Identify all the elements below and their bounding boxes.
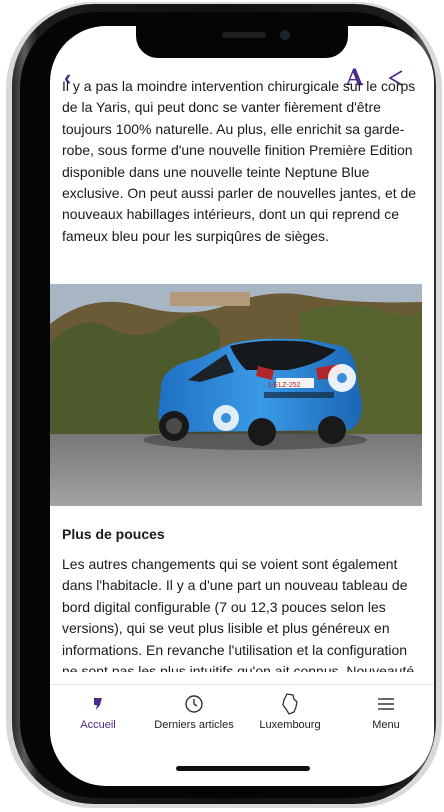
tab-menu[interactable]: Menu xyxy=(338,693,434,731)
tab-luxembourg[interactable]: Luxembourg xyxy=(242,693,338,731)
tab-label: Menu xyxy=(372,719,400,731)
luxembourg-map-icon xyxy=(242,693,338,715)
article-photo: 1-ELZ-252 xyxy=(50,284,422,506)
phone-screen: ‹ A Il y a pas la moindre intervention c… xyxy=(50,26,434,786)
tab-label: Derniers articles xyxy=(154,719,234,731)
tab-derniers-articles[interactable]: Derniers articles xyxy=(146,693,242,731)
clock-icon xyxy=(146,693,242,715)
home-indicator[interactable] xyxy=(176,766,310,771)
article-body: Il y a pas la moindre intervention chiru… xyxy=(62,78,422,247)
tab-label: Accueil xyxy=(80,719,116,731)
speaker xyxy=(222,32,266,38)
hamburger-menu-icon xyxy=(338,693,434,715)
notch xyxy=(136,26,348,58)
section-title: Plus de pouces xyxy=(62,526,165,542)
tab-accueil[interactable]: Accueil xyxy=(50,693,146,731)
bottom-tab-bar: Accueil Derniers articles Luxembourg Men… xyxy=(50,684,434,745)
article-paragraph: Il y a pas la moindre intervention chiru… xyxy=(62,78,417,244)
license-plate: 1-ELZ-252 xyxy=(267,382,300,389)
front-camera xyxy=(280,30,290,40)
tab-label: Luxembourg xyxy=(259,719,321,731)
section-body: Les autres changements qui se voient son… xyxy=(62,554,422,672)
home-logo-icon xyxy=(50,693,146,715)
article-paragraph: Les autres changements qui se voient son… xyxy=(62,556,415,672)
